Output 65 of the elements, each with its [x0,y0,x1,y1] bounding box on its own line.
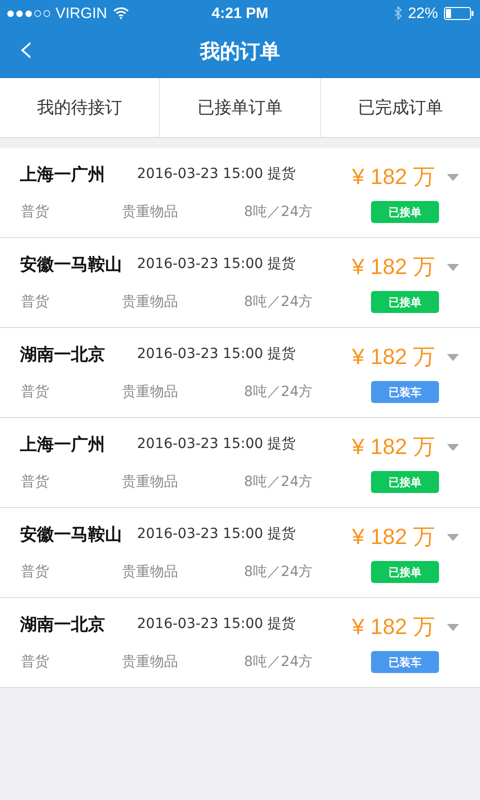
price-text: ¥ 182 万 [352,163,436,191]
pickup-time: 2016-03-23 15:00 提货 [137,435,296,453]
goods-text: 贵重物品 [122,203,179,221]
status-tag: 已接单 [371,201,439,223]
tab[interactable]: 我的待接订 [0,78,160,137]
status-tag: 已装车 [371,651,439,673]
order-card[interactable]: 湖南一北京 2016-03-23 15:00 提货 ¥ 182 万 普货 贵重物品 8吨／24方 已装车 [0,598,480,688]
pickup-time: 2016-03-23 15:00 提货 [137,345,296,363]
goods-text: 贵重物品 [122,653,179,671]
goods-text: 贵重物品 [122,293,179,311]
order-card[interactable]: 安徽一马鞍山 2016-03-23 15:00 提货 ¥ 182 万 普货 贵重物品 8吨／24方 已接单 [0,238,480,328]
load-text: 8吨／24方 [244,563,314,581]
clock-time: 4:21 PM [212,4,268,22]
caret-icon[interactable] [447,174,459,181]
cargo-type: 普货 [21,203,50,221]
tab[interactable]: 已完成订单 [320,78,480,137]
price-text: ¥ 182 万 [352,433,436,461]
tab[interactable]: 已接单订单 [159,78,320,137]
load-text: 8吨／24方 [244,473,314,491]
pickup-time: 2016-03-23 15:00 提货 [137,525,296,543]
order-card[interactable]: 安徽一马鞍山 2016-03-23 15:00 提货 ¥ 182 万 普货 贵重物品 8吨／24方 已接单 [0,508,480,598]
route-text: 安徽一马鞍山 [20,254,123,276]
route-text: 上海一广州 [20,164,106,186]
caret-icon[interactable] [447,624,459,631]
wifi-icon [113,7,130,19]
load-text: 8吨／24方 [244,203,314,221]
battery-percent: 22% [408,4,438,22]
caret-icon[interactable] [447,264,459,271]
cargo-type: 普货 [21,473,50,491]
caret-icon[interactable] [447,444,459,451]
price-text: ¥ 182 万 [352,523,436,551]
route-text: 湖南一北京 [20,614,106,636]
cargo-type: 普货 [21,653,50,671]
carrier-text: ●●●○○ VIRGIN [6,4,108,22]
status-tag: 已接单 [371,291,439,313]
page-title: 我的订单 [200,38,280,65]
order-card[interactable]: 上海一广州 2016-03-23 15:00 提货 ¥ 182 万 普货 贵重物品 8吨／24方 已接单 [0,148,480,238]
goods-text: 贵重物品 [122,563,179,581]
order-card[interactable]: 湖南一北京 2016-03-23 15:00 提货 ¥ 182 万 普货 贵重物品 8吨／24方 已装车 [0,328,480,418]
cargo-type: 普货 [21,563,50,581]
load-text: 8吨／24方 [244,383,314,401]
back-button[interactable]: ‹ [0,28,48,74]
load-text: 8吨／24方 [244,293,314,311]
battery-icon [444,6,474,20]
price-text: ¥ 182 万 [352,613,436,641]
status-tag: 已接单 [371,561,439,583]
price-text: ¥ 182 万 [352,253,436,281]
bluetooth-icon [394,6,402,20]
pickup-time: 2016-03-23 15:00 提货 [137,255,296,273]
goods-text: 贵重物品 [122,473,179,491]
caret-icon[interactable] [447,534,459,541]
status-tag: 已装车 [371,381,439,403]
goods-text: 贵重物品 [122,383,179,401]
pickup-time: 2016-03-23 15:00 提货 [137,165,296,183]
price-text: ¥ 182 万 [352,343,436,371]
route-text: 上海一广州 [20,434,106,456]
cargo-type: 普货 [21,383,50,401]
load-text: 8吨／24方 [244,653,314,671]
route-text: 湖南一北京 [20,344,106,366]
order-card[interactable]: 上海一广州 2016-03-23 15:00 提货 ¥ 182 万 普货 贵重物品 8吨／24方 已接单 [0,418,480,508]
route-text: 安徽一马鞍山 [20,524,123,546]
cargo-type: 普货 [21,293,50,311]
status-tag: 已接单 [371,471,439,493]
caret-icon[interactable] [447,354,459,361]
pickup-time: 2016-03-23 15:00 提货 [137,615,296,633]
